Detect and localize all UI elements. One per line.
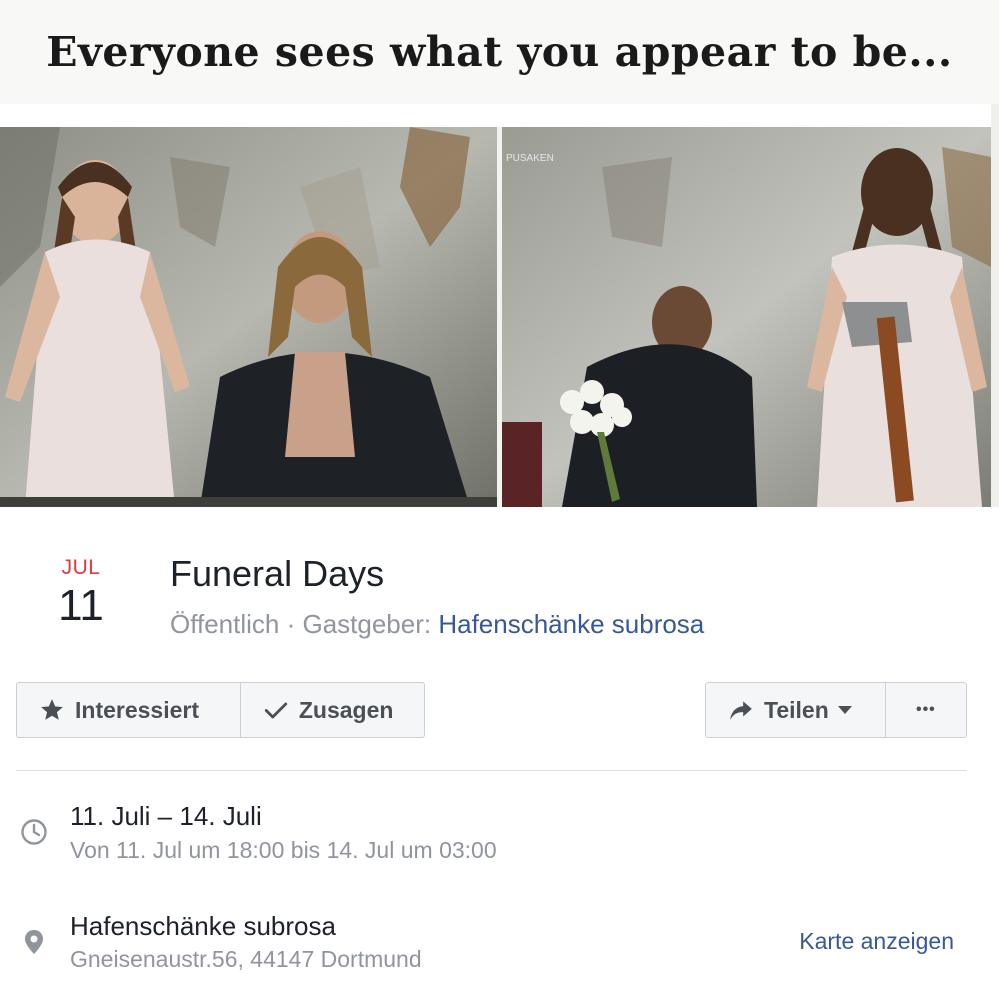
- event-date-range: 11. Juli – 14. Juli: [70, 801, 262, 831]
- star-icon: [39, 697, 65, 723]
- interested-label: Interessiert: [75, 696, 200, 723]
- cover-right-margin: [991, 104, 999, 507]
- cover-right-illustration: PUSAKEN: [502, 127, 991, 507]
- cover-caption: Everyone sees what you appear to be...: [0, 0, 999, 104]
- share-arrow-icon: [728, 697, 754, 723]
- more-icon: •••: [915, 701, 936, 718]
- share-label: Teilen: [764, 696, 829, 723]
- going-label: Zusagen: [298, 696, 394, 723]
- checkmark-icon: [263, 697, 289, 723]
- interested-button[interactable]: Interessiert: [17, 683, 240, 737]
- cover-strip: [0, 104, 999, 127]
- event-title: Funeral Days: [170, 553, 385, 594]
- rsvp-button-group: Interessiert Zusagen: [16, 682, 425, 738]
- event-month: JUL: [61, 556, 101, 579]
- event-day: 11: [58, 581, 104, 630]
- event-separator: ·: [279, 609, 303, 639]
- event-host-prefix: Gastgeber:: [302, 609, 439, 639]
- share-button[interactable]: Teilen: [706, 683, 885, 737]
- cover-panel-right: PUSAKEN: [502, 127, 991, 507]
- location-pin-icon: [20, 928, 48, 956]
- event-cover-photo[interactable]: Everyone sees what you appear to be... P…: [0, 0, 999, 507]
- show-map-link[interactable]: Karte anzeigen: [799, 928, 954, 955]
- event-time-range: Von 11. Jul um 18:00 bis 14. Jul um 03:0…: [70, 837, 497, 863]
- event-subtitle: Öffentlich · Gastgeber: Hafenschänke sub…: [170, 609, 704, 640]
- going-button[interactable]: Zusagen: [239, 683, 424, 737]
- event-date-block: JUL 11: [40, 556, 122, 630]
- location-name[interactable]: Hafenschänke subrosa: [70, 911, 336, 942]
- cover-caption-text: Everyone sees what you appear to be...: [46, 28, 953, 76]
- more-options-button[interactable]: •••: [884, 683, 966, 737]
- event-privacy: Öffentlich: [170, 609, 280, 639]
- event-host-link[interactable]: Hafenschänke subrosa: [438, 609, 704, 639]
- cover-watermark: PUSAKEN: [506, 153, 554, 164]
- share-button-group: Teilen •••: [705, 682, 967, 738]
- clock-icon: [20, 818, 48, 846]
- location-address: Gneisenaustr.56, 44147 Dortmund: [70, 946, 422, 972]
- section-divider: [16, 770, 967, 771]
- cover-left-illustration: [0, 127, 497, 507]
- cover-panel-left: [0, 127, 497, 507]
- caret-down-icon: [837, 704, 853, 716]
